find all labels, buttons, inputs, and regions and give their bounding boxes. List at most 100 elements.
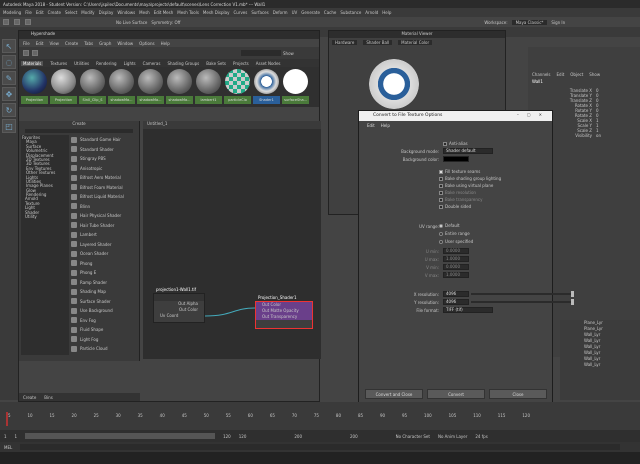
menu-8[interactable]: Mesh <box>139 10 150 15</box>
checkbox[interactable] <box>439 170 443 174</box>
uv-option[interactable]: User specified <box>439 239 473 247</box>
create-node-item[interactable]: Ramp Shader <box>71 278 138 288</box>
menu-3[interactable]: Create <box>48 10 61 15</box>
checkbox[interactable] <box>439 205 443 209</box>
bake-option[interactable]: Bake using virtual plane <box>439 183 501 190</box>
menu-1[interactable]: File <box>25 10 32 15</box>
hs-tab-8[interactable]: Projects <box>233 61 249 66</box>
hs-menu-2[interactable]: View <box>49 41 59 46</box>
mel-input[interactable] <box>20 444 621 450</box>
range-end-2[interactable]: 120 <box>239 434 247 439</box>
radio-button[interactable] <box>439 240 443 244</box>
save-scene-icon[interactable] <box>25 19 31 25</box>
bake-option[interactable]: Double sided <box>439 204 501 211</box>
fps-select[interactable]: 24 fps <box>475 434 487 439</box>
create-node-item[interactable]: Hair Tube Shader <box>71 221 138 231</box>
create-node-item[interactable]: Bifrost Foam Material <box>71 183 138 193</box>
background-mode-select[interactable]: Shader default <box>443 148 493 154</box>
checkbox[interactable] <box>439 198 443 202</box>
create-search[interactable] <box>25 129 133 133</box>
create-node-item[interactable]: Phong <box>71 259 138 269</box>
create-node-item[interactable]: Env Fog <box>71 316 138 326</box>
convert-button[interactable]: Convert <box>427 389 485 399</box>
create-node-item[interactable]: Layered Shader <box>71 240 138 250</box>
hs-tab-4[interactable]: Lights <box>124 61 136 66</box>
new-scene-icon[interactable] <box>3 19 9 25</box>
uv-field-input[interactable]: 0.0000 <box>443 248 469 254</box>
menu-7[interactable]: Windows <box>117 10 135 15</box>
hs-menu-3[interactable]: Create <box>65 41 78 46</box>
range-end[interactable]: 120 <box>223 434 231 439</box>
anim-end[interactable]: 200 <box>294 434 302 439</box>
hs-tab-1[interactable]: Textures <box>50 61 67 66</box>
menu-18[interactable]: Substance <box>340 10 361 15</box>
checkbox[interactable] <box>439 177 443 181</box>
menu-17[interactable]: Cache <box>324 10 336 15</box>
hs-menu-1[interactable]: Edit <box>36 41 44 46</box>
menu-16[interactable]: Generate <box>301 10 320 15</box>
hs-menu-8[interactable]: Help <box>161 41 170 46</box>
uv-option[interactable]: Default <box>439 223 473 231</box>
uv-field-input[interactable]: 0.0000 <box>443 264 469 270</box>
create-node-item[interactable]: Ocean Shader <box>71 249 138 259</box>
bake-option[interactable]: Bake shading group lighting <box>439 176 501 183</box>
file-format-select[interactable]: TIFF (tif) <box>443 307 493 313</box>
hs-menu-4[interactable]: Tabs <box>84 41 93 46</box>
move-tool-icon[interactable]: ✥ <box>2 87 16 101</box>
anim-end-2[interactable]: 200 <box>350 434 358 439</box>
menu-15[interactable]: UV <box>292 10 298 15</box>
window-controls[interactable]: –▢✕ <box>517 112 550 117</box>
y-res-input[interactable]: 4096 <box>443 299 469 305</box>
shape-select[interactable]: Shader Ball <box>363 40 393 45</box>
uv-field-input[interactable]: 1.0000 <box>443 272 469 278</box>
radio-button[interactable] <box>439 224 443 228</box>
material-swatch[interactable]: lambert1 <box>195 69 222 105</box>
create-node-item[interactable]: Blinn <box>71 202 138 212</box>
menu-6[interactable]: Display <box>99 10 114 15</box>
create-node-item[interactable]: Bifrost Liquid Material <box>71 192 138 202</box>
menu-10[interactable]: Mesh Tools <box>177 10 199 15</box>
range-start[interactable]: 1 <box>4 434 7 439</box>
paint-select-icon[interactable]: ✎ <box>2 71 16 85</box>
x-res-input[interactable]: 4096 <box>443 291 469 297</box>
create-node-item[interactable]: Fluid Shape <box>71 325 138 335</box>
create-node-item[interactable]: Hair Physical Shader <box>71 211 138 221</box>
hs-tab-6[interactable]: Shading Groups <box>167 61 199 66</box>
uv-option[interactable]: Entire range <box>439 231 473 239</box>
hs-tab-7[interactable]: Bake Sets <box>206 61 226 66</box>
hs-menu-5[interactable]: Graph <box>99 41 111 46</box>
range-bar[interactable] <box>25 433 216 439</box>
checkbox[interactable] <box>439 184 443 188</box>
menu-9[interactable]: Edit Mesh <box>154 10 174 15</box>
menu-5[interactable]: Modify <box>81 10 94 15</box>
create-node-item[interactable]: Particle Cloud <box>71 344 138 354</box>
hs-tab-0[interactable]: Materials <box>21 60 44 66</box>
hs-tab-5[interactable]: Cameras <box>143 61 161 66</box>
renderer-select[interactable]: Hardware <box>332 40 358 45</box>
bottom-tab-1[interactable]: Bins <box>44 395 52 400</box>
material-swatch[interactable]: shadowMa... <box>108 69 135 105</box>
layer-item[interactable]: Wall_Lyr <box>560 362 640 368</box>
uv-field-input[interactable]: 1.0000 <box>443 256 469 262</box>
workspace-select[interactable]: Maya Classic* <box>511 19 548 25</box>
folder-icon[interactable] <box>23 50 29 56</box>
create-node-item[interactable]: Anisotropic <box>71 164 138 174</box>
open-scene-icon[interactable] <box>14 19 20 25</box>
channel-attr-value[interactable]: on <box>596 133 601 138</box>
search-input[interactable] <box>241 50 281 56</box>
material-swatch[interactable]: surfaceSha... <box>282 69 309 105</box>
range-start-2[interactable]: 1 <box>15 434 18 439</box>
create-tree-item[interactable]: Utility <box>22 214 68 219</box>
hs-menu-0[interactable]: File <box>23 41 30 46</box>
y-res-slider[interactable] <box>471 299 574 305</box>
create-node-item[interactable]: Shading Map <box>71 287 138 297</box>
material-swatch[interactable]: Projection <box>21 69 48 105</box>
select-tool-icon[interactable]: ↖ <box>2 39 16 53</box>
bake-option[interactable]: Fill texture seams <box>439 169 501 176</box>
hs-menu-7[interactable]: Options <box>139 41 154 46</box>
menu-11[interactable]: Mesh Display <box>203 10 230 15</box>
dialog-menu-1[interactable]: Help <box>381 123 390 128</box>
channel-tab-1[interactable]: Edit <box>557 72 565 77</box>
show-button[interactable]: Show <box>283 51 294 56</box>
anti-alias-checkbox[interactable] <box>443 142 447 146</box>
